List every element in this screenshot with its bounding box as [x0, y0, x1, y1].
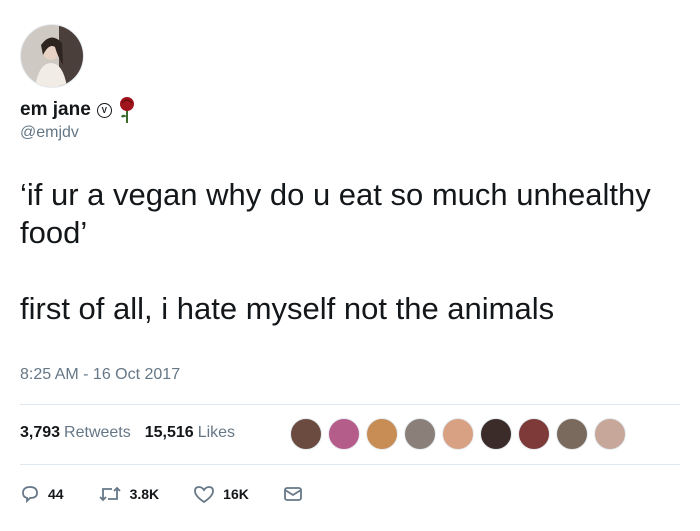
likes-label: Likes: [197, 424, 236, 441]
liker-avatar[interactable]: [480, 418, 512, 450]
user-avatar-image: [21, 25, 83, 87]
user-handle[interactable]: @emjdv: [20, 124, 79, 142]
liker-avatar[interactable]: [518, 418, 550, 450]
retweets-stat[interactable]: 3,793 Retweets: [20, 424, 131, 442]
likes-count: 15,516: [144, 424, 194, 441]
retweet-button[interactable]: 3.8K: [98, 484, 160, 504]
liker-avatar[interactable]: [290, 418, 322, 450]
heart-icon: [194, 486, 215, 504]
reply-count: 44: [48, 486, 64, 502]
user-name-row: em jane V: [20, 96, 138, 124]
tweet-text: ‘if ur a vegan why do u eat so much unhe…: [20, 177, 651, 326]
engagement-stats: 3,793 Retweets 15,516 Likes: [20, 424, 235, 442]
user-avatar[interactable]: [20, 24, 84, 88]
display-name[interactable]: em jane: [20, 99, 91, 121]
envelope-icon: [283, 487, 302, 501]
liker-avatar[interactable]: [404, 418, 436, 450]
liker-avatar[interactable]: [594, 418, 626, 450]
reply-button[interactable]: 44: [20, 484, 64, 504]
reply-icon: [22, 486, 38, 504]
divider: [20, 464, 680, 465]
direct-message-button[interactable]: [283, 485, 303, 503]
liker-avatar[interactable]: [556, 418, 588, 450]
liker-avatar[interactable]: [328, 418, 360, 450]
retweets-count: 3,793: [20, 424, 61, 441]
rose-icon: [116, 96, 138, 124]
retweet-count: 3.8K: [129, 486, 160, 502]
liker-avatar[interactable]: [366, 418, 398, 450]
retweets-label: Retweets: [64, 424, 131, 441]
like-count: 16K: [223, 486, 249, 502]
liker-avatar[interactable]: [442, 418, 474, 450]
likes-stat[interactable]: 15,516 Likes: [145, 424, 235, 442]
tweet-timestamp[interactable]: 8:25 AM - 16 Oct 2017: [20, 366, 180, 384]
tweet-actions: 44 3.8K 16K: [20, 484, 303, 504]
liker-avatars: [290, 418, 626, 450]
divider: [20, 404, 680, 405]
verified-icon: V: [96, 102, 112, 118]
retweet-icon: [98, 486, 121, 502]
like-button[interactable]: 16K: [193, 484, 249, 504]
